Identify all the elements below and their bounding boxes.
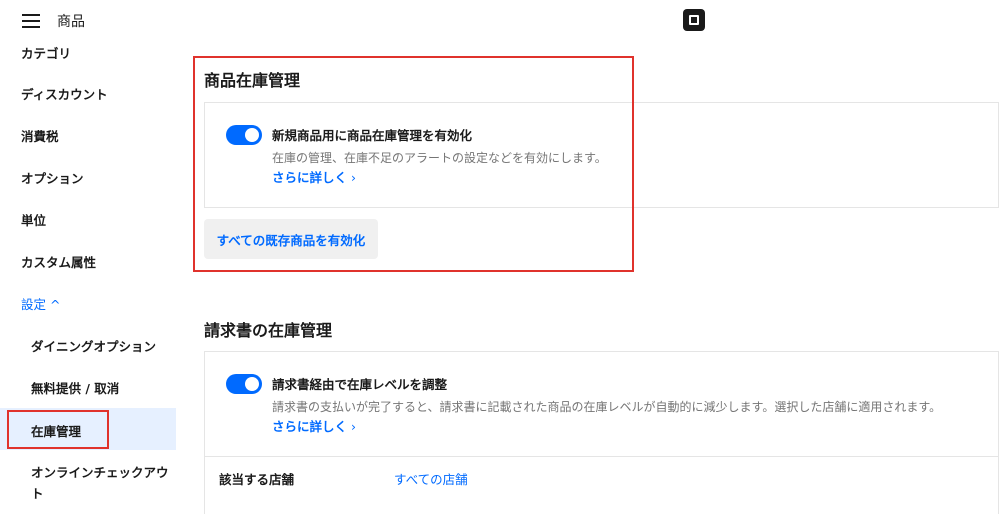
- sidebar-item-settings[interactable]: 設定 ^: [0, 294, 176, 314]
- sidebar-item-categories[interactable]: カテゴリ: [0, 43, 176, 63]
- sidebar-item-dining-options[interactable]: ダイニングオプション: [0, 336, 176, 356]
- top-bar: 商品: [0, 0, 999, 42]
- sidebar-item-online-checkout[interactable]: オンラインチェックアウ ト: [0, 462, 176, 506]
- sidebar-item-taxes[interactable]: 消費税: [0, 126, 176, 146]
- sidebar-item-units[interactable]: 単位: [0, 210, 176, 230]
- sidebar-item-options[interactable]: オプション: [0, 168, 176, 188]
- applicable-stores-link[interactable]: すべての店舗: [394, 469, 468, 488]
- invoice-inventory-title: 請求書の在庫管理: [204, 321, 333, 340]
- sidebar-item-comps-voids[interactable]: 無料提供 / 取消: [0, 378, 176, 398]
- sidebar-item-custom-attributes[interactable]: カスタム属性: [0, 252, 176, 272]
- highlight-box-main: [193, 56, 634, 272]
- invoice-inventory-label: 請求書経由で在庫レベルを調整: [272, 377, 448, 392]
- applicable-stores-label: 該当する店舗: [219, 472, 295, 487]
- applicable-stores-row: 該当する店舗 すべての店舗: [204, 457, 999, 497]
- square-logo-icon[interactable]: [683, 9, 705, 31]
- sidebar-item-discounts[interactable]: ディスカウント: [0, 84, 176, 104]
- invoice-inventory-description: 請求書の支払いが完了すると、請求書に記載された商品の在庫レベルが自動的に減少しま…: [272, 400, 942, 414]
- chevron-right-icon: ›: [347, 419, 356, 434]
- page-title: 商品: [57, 14, 85, 30]
- sidebar-settings-label: 設定 ^: [21, 297, 61, 312]
- invoice-inventory-toggle[interactable]: [226, 374, 262, 394]
- hamburger-menu-icon[interactable]: [20, 12, 42, 30]
- highlight-box-nav: [7, 410, 109, 449]
- invoice-learn-more-link[interactable]: さらに詳しく ›: [272, 416, 356, 435]
